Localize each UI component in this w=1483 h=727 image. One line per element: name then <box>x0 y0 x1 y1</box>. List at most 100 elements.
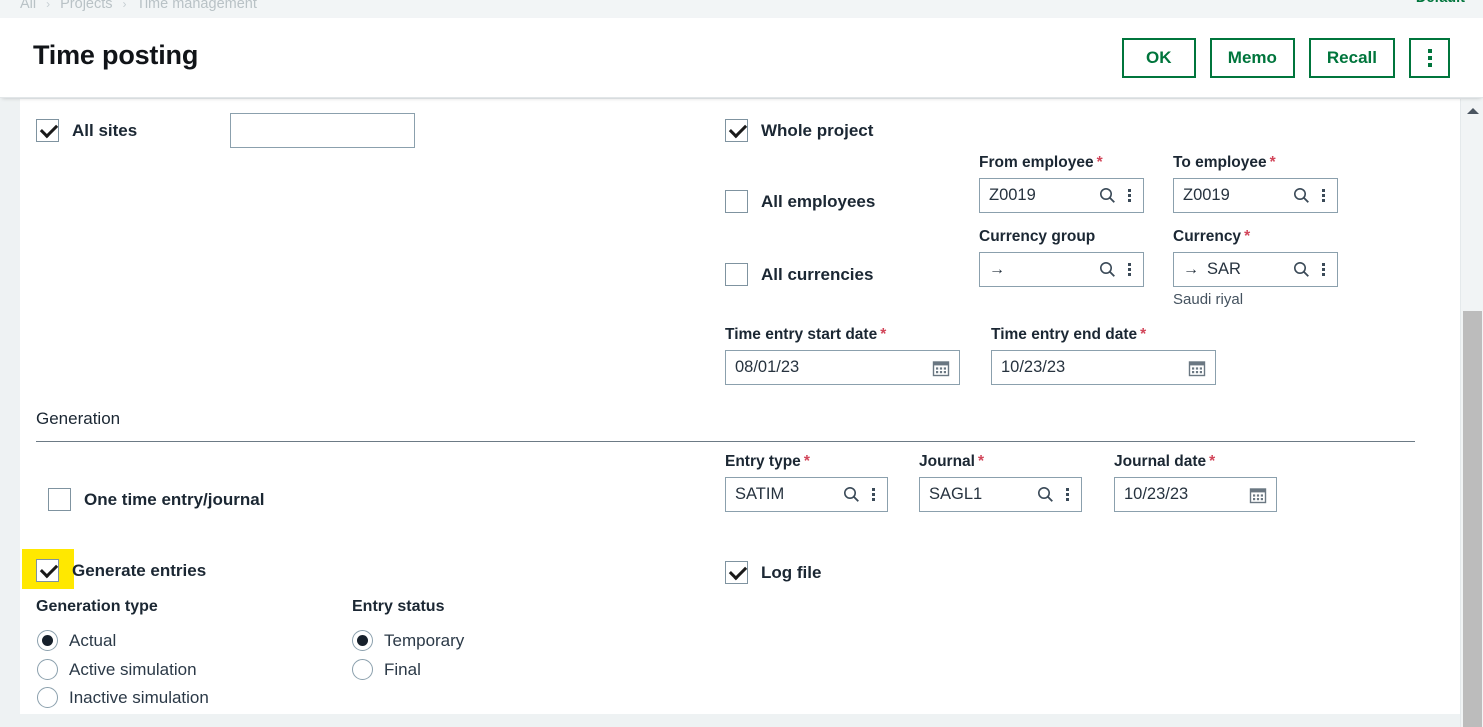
radio-label: Actual <box>69 630 117 650</box>
breadcrumb-separator: › <box>122 0 127 11</box>
site-input[interactable] <box>230 113 415 148</box>
from-employee-label: From employee * <box>979 154 1103 171</box>
log-file-checkbox-row[interactable]: Log file <box>725 561 821 584</box>
to-employee-input[interactable]: Z0019 <box>1173 178 1338 213</box>
time-entry-start-date-value: 08/01/23 <box>735 358 800 376</box>
calendar-icon[interactable] <box>932 359 953 377</box>
search-icon[interactable] <box>1099 261 1116 278</box>
journal-kebab-icon[interactable] <box>1060 488 1075 501</box>
calendar-icon[interactable] <box>1188 359 1209 377</box>
generation-section-title: Generation <box>36 409 121 428</box>
one-time-entry-checkbox-row[interactable]: One time entry/journal <box>48 488 264 511</box>
radio-button[interactable] <box>37 687 58 708</box>
scrollbar-thumb[interactable] <box>1463 311 1482 727</box>
kebab-menu-icon <box>1427 49 1432 67</box>
whole-project-label: Whole project <box>761 120 874 140</box>
journal-field: Journal * SAGL1 <box>919 453 1082 512</box>
currency-group-kebab-icon[interactable] <box>1122 263 1137 276</box>
radio-entry-status-final[interactable]: Final <box>352 659 421 680</box>
radio-label: Inactive simulation <box>69 687 209 707</box>
whole-project-checkbox-row[interactable]: Whole project <box>725 119 873 142</box>
entry-type-label: Entry type * <box>725 453 810 470</box>
journal-date-input[interactable]: 10/23/23 <box>1114 477 1277 512</box>
all-employees-checkbox-row[interactable]: All employees <box>725 190 875 213</box>
radio-button[interactable] <box>37 630 58 651</box>
drilldown-arrow-icon[interactable]: → <box>1183 261 1199 279</box>
all-employees-checkbox[interactable] <box>725 190 748 213</box>
more-actions-button[interactable] <box>1409 38 1450 78</box>
currency-value: SAR <box>1207 260 1241 278</box>
header-actions: OK Memo Recall <box>1121 38 1450 78</box>
entry-type-input[interactable]: SATIM <box>725 477 888 512</box>
currency-input[interactable]: → SAR <box>1173 252 1338 287</box>
currency-label: Currency * <box>1173 228 1251 245</box>
entry-status-group-label: Entry status <box>352 598 445 615</box>
radio-button[interactable] <box>352 630 373 651</box>
to-employee-label: To employee * <box>1173 154 1276 171</box>
whole-project-checkbox[interactable] <box>725 119 748 142</box>
journal-input[interactable]: SAGL1 <box>919 477 1082 512</box>
all-sites-checkbox-row[interactable]: All sites <box>36 119 137 142</box>
radio-label: Final <box>384 659 421 679</box>
time-entry-start-date-input[interactable]: 08/01/23 <box>725 350 960 385</box>
calendar-icon[interactable] <box>1249 486 1270 504</box>
currency-kebab-icon[interactable] <box>1316 263 1331 276</box>
currency-group-field: Currency group → <box>979 228 1144 287</box>
breadcrumb-separator: › <box>46 0 51 11</box>
recall-button[interactable]: Recall <box>1308 38 1395 78</box>
all-sites-checkbox[interactable] <box>36 119 59 142</box>
log-file-checkbox[interactable] <box>725 561 748 584</box>
journal-date-value: 10/23/23 <box>1124 485 1189 503</box>
scroll-up-arrow-icon[interactable] <box>1461 103 1483 119</box>
radio-label: Temporary <box>384 630 465 650</box>
generation-type-group-label: Generation type <box>36 598 158 615</box>
drilldown-arrow-icon[interactable]: → <box>989 261 1005 279</box>
search-icon[interactable] <box>1293 261 1310 278</box>
one-time-entry-label: One time entry/journal <box>84 489 265 509</box>
bottom-gutter <box>0 714 1483 727</box>
journal-label: Journal * <box>919 453 985 470</box>
search-icon[interactable] <box>1099 187 1116 204</box>
from-employee-value: Z0019 <box>989 186 1036 204</box>
vertical-scrollbar[interactable] <box>1460 99 1483 727</box>
journal-date-field: Journal date * 10/23/23 <box>1114 453 1277 512</box>
all-currencies-checkbox-row[interactable]: All currencies <box>725 263 873 286</box>
generation-section-divider <box>36 441 1415 442</box>
time-entry-end-date-value: 10/23/23 <box>1001 358 1066 376</box>
log-file-label: Log file <box>761 562 822 582</box>
left-gutter <box>0 99 20 727</box>
ok-button[interactable]: OK <box>1121 38 1196 78</box>
all-currencies-checkbox[interactable] <box>725 263 748 286</box>
entry-type-field: Entry type * SATIM <box>725 453 888 512</box>
required-marker: * <box>1244 228 1251 245</box>
time-entry-end-date-input[interactable]: 10/23/23 <box>991 350 1216 385</box>
all-currencies-label: All currencies <box>761 264 874 284</box>
breadcrumb-item-projects[interactable]: Projects <box>60 0 112 12</box>
all-employees-label: All employees <box>761 191 876 211</box>
currency-group-label: Currency group <box>979 228 1096 245</box>
radio-generation-type-inactive-simulation[interactable]: Inactive simulation <box>37 687 209 708</box>
generate-entries-checkbox[interactable] <box>36 559 59 582</box>
generate-entries-checkbox-row[interactable]: Generate entries <box>36 559 206 582</box>
to-employee-kebab-icon[interactable] <box>1316 189 1331 202</box>
radio-button[interactable] <box>352 659 373 680</box>
radio-entry-status-temporary[interactable]: Temporary <box>352 630 464 651</box>
time-entry-start-date-field: Time entry start date * 08/01/23 <box>725 326 960 385</box>
entry-type-kebab-icon[interactable] <box>866 488 881 501</box>
required-marker: * <box>880 326 887 343</box>
required-marker: * <box>803 453 810 470</box>
radio-button[interactable] <box>37 659 58 680</box>
currency-group-input[interactable]: → <box>979 252 1144 287</box>
radio-generation-type-actual[interactable]: Actual <box>37 630 116 651</box>
search-icon[interactable] <box>1037 486 1054 503</box>
breadcrumb-item-time-management[interactable]: Time management <box>137 0 257 12</box>
memo-button[interactable]: Memo <box>1209 38 1295 78</box>
breadcrumb-item-all[interactable]: All <box>20 0 36 12</box>
from-employee-input[interactable]: Z0019 <box>979 178 1144 213</box>
search-icon[interactable] <box>1293 187 1310 204</box>
from-employee-kebab-icon[interactable] <box>1122 189 1137 202</box>
radio-generation-type-active-simulation[interactable]: Active simulation <box>37 659 197 680</box>
one-time-entry-checkbox[interactable] <box>48 488 71 511</box>
default-view-link[interactable]: Default <box>1416 0 1465 6</box>
search-icon[interactable] <box>843 486 860 503</box>
